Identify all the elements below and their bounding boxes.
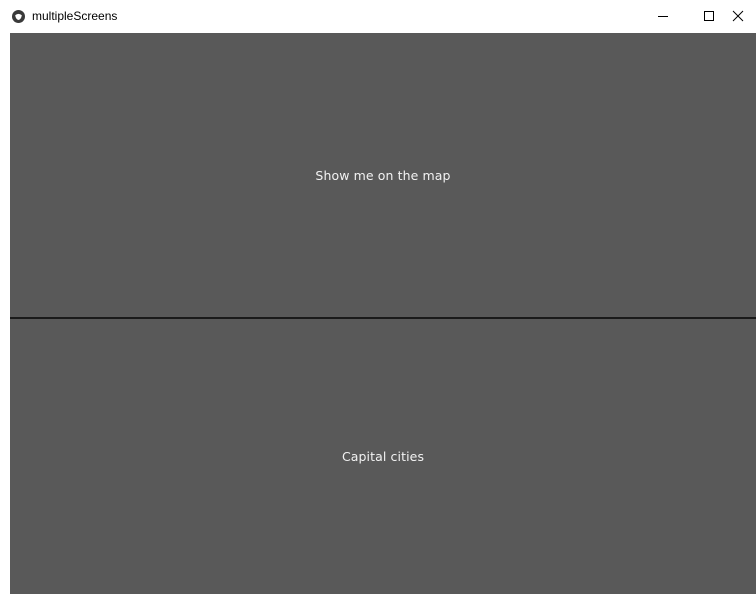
maximize-icon	[704, 11, 714, 21]
window-title: multipleScreens	[32, 9, 118, 23]
capital-cities-button[interactable]: Capital cities	[10, 319, 756, 594]
close-icon	[732, 10, 744, 22]
maximize-button[interactable]	[686, 0, 732, 32]
title-bar[interactable]: multipleScreens	[0, 0, 756, 32]
show-me-on-the-map-label: Show me on the map	[315, 167, 451, 183]
show-me-on-the-map-button[interactable]: Show me on the map	[10, 33, 756, 317]
app-window: multipleScreens Show me on the map Capit…	[0, 0, 756, 594]
screens-container: Show me on the map Capital cities	[10, 33, 756, 594]
app-logo-icon	[12, 10, 25, 23]
minimize-icon	[658, 11, 668, 21]
capital-cities-label: Capital cities	[341, 449, 425, 464]
minimize-button[interactable]	[640, 0, 686, 32]
close-button[interactable]	[732, 0, 756, 32]
